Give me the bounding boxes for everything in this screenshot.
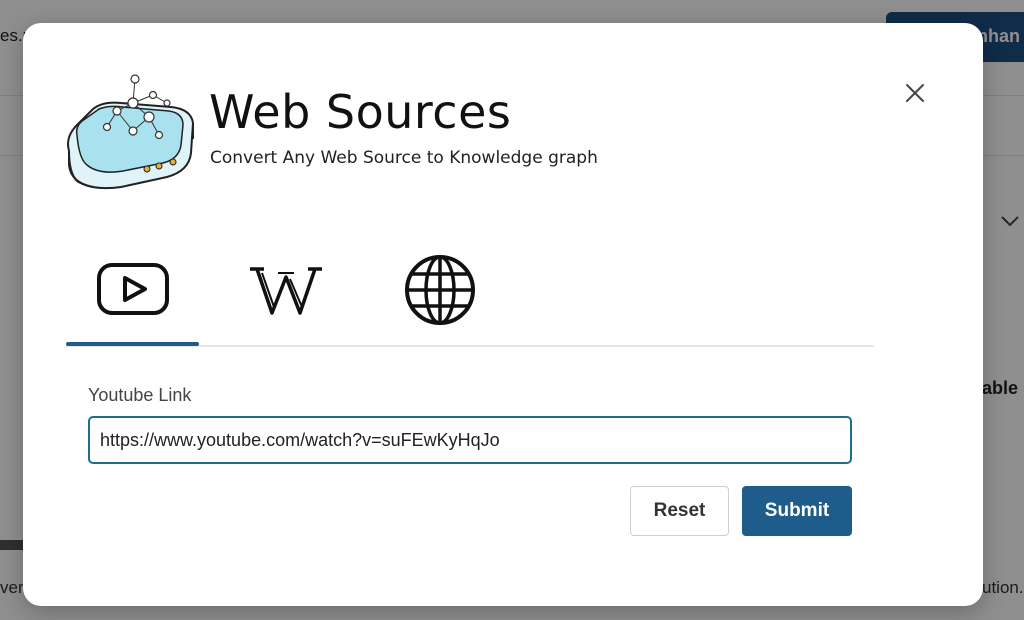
reset-button[interactable]: Reset <box>630 486 729 536</box>
close-icon <box>906 84 924 102</box>
globe-icon <box>404 255 475 325</box>
tab-wikipedia[interactable] <box>219 245 352 345</box>
dialog-title: Web Sources <box>209 85 512 139</box>
tab-web[interactable] <box>373 245 506 345</box>
dialog-subtitle: Convert Any Web Source to Knowledge grap… <box>210 148 598 168</box>
web-sources-logo <box>67 74 195 190</box>
submit-button[interactable]: Submit <box>742 486 852 536</box>
close-button[interactable] <box>899 77 931 109</box>
wikipedia-icon <box>249 267 322 315</box>
web-sources-dialog: Web Sources Convert Any Web Source to Kn… <box>23 23 983 606</box>
youtube-link-input[interactable] <box>88 416 852 464</box>
youtube-icon <box>96 263 169 315</box>
tab-youtube[interactable] <box>66 245 199 345</box>
youtube-link-label: Youtube Link <box>88 385 192 405</box>
active-tab-indicator <box>66 342 199 346</box>
